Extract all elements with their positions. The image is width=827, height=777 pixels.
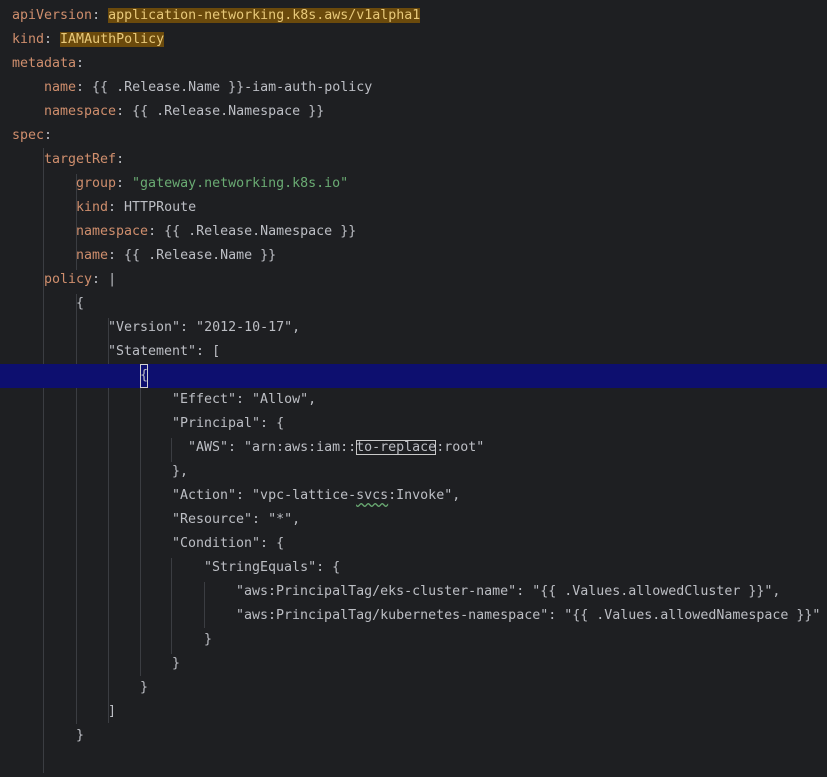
code-line[interactable]: } (0, 676, 827, 700)
code-line[interactable]: group: "gateway.networking.k8s.io" (0, 172, 827, 196)
yaml-value: IAMAuthPolicy (60, 32, 165, 47)
json-text: "aws:PrincipalTag/kubernetes-namespace":… (236, 608, 821, 623)
json-text: } (172, 656, 181, 671)
yaml-separator: : (44, 128, 53, 143)
yaml-separator: : (92, 272, 109, 287)
code-line[interactable]: name: {{ .Release.Name }}-iam-auth-polic… (0, 76, 827, 100)
code-line[interactable]: } (0, 652, 827, 676)
code-line[interactable]: kind: HTTPRoute (0, 196, 827, 220)
code-line[interactable]: "Version": "2012-10-17", (0, 316, 827, 340)
yaml-key: policy (44, 272, 93, 287)
code-line[interactable]: }, (0, 460, 827, 484)
yaml-separator: : (116, 104, 133, 119)
json-text: }, (172, 464, 189, 479)
json-text: "Version": "2012-10-17", (108, 320, 301, 335)
code-line[interactable]: "Principal": { (0, 412, 827, 436)
code-line[interactable]: metadata: (0, 52, 827, 76)
code-line[interactable]: "AWS": "arn:aws:iam::to-replace:root" (0, 436, 827, 460)
yaml-key: namespace (44, 104, 117, 119)
json-text: } (140, 680, 149, 695)
yaml-key: name (76, 248, 109, 263)
yaml-value: "gateway.networking.k8s.io" (132, 176, 349, 191)
yaml-separator: : (76, 56, 85, 71)
yaml-value: {{ .Release.Name }}-iam-auth-policy (92, 80, 373, 95)
yaml-key: apiVersion (12, 8, 93, 23)
code-line[interactable]: { (0, 292, 827, 316)
code-line[interactable]: apiVersion: application-networking.k8s.a… (0, 4, 827, 28)
code-line[interactable]: name: {{ .Release.Name }} (0, 244, 827, 268)
json-text: :Invoke", (388, 488, 461, 503)
code-line[interactable]: namespace: {{ .Release.Namespace }} (0, 220, 827, 244)
json-text: "Action": "vpc-lattice- (172, 488, 357, 503)
json-text: "AWS": "arn:aws:iam:: (188, 440, 357, 455)
yaml-key: metadata (12, 56, 77, 71)
yaml-separator: : (148, 224, 165, 239)
yaml-key: kind (12, 32, 45, 47)
yaml-separator: : (92, 8, 109, 23)
yaml-key: targetRef (44, 152, 117, 167)
yaml-value: {{ .Release.Namespace }} (132, 104, 325, 119)
code-line[interactable]: spec: (0, 124, 827, 148)
yaml-key: spec (12, 128, 45, 143)
json-text: "Resource": "*", (172, 512, 301, 527)
yaml-separator: : (76, 80, 93, 95)
yaml-value: HTTPRoute (124, 200, 197, 215)
yaml-value: | (108, 272, 117, 287)
json-text: } (204, 632, 213, 647)
json-text: "Principal": { (172, 416, 285, 431)
yaml-value: {{ .Release.Namespace }} (164, 224, 357, 239)
code-line[interactable]: "aws:PrincipalTag/eks-cluster-name": "{{… (0, 580, 827, 604)
yaml-separator: : (116, 176, 133, 191)
yaml-key: namespace (76, 224, 149, 239)
code-line[interactable]: "Statement": [ (0, 340, 827, 364)
yaml-separator: : (108, 200, 125, 215)
json-text: ] (108, 704, 117, 719)
code-line[interactable]: "Action": "vpc-lattice-svcs:Invoke", (0, 484, 827, 508)
yaml-key: kind (76, 200, 109, 215)
json-text: "Statement": [ (108, 344, 221, 359)
code-editor[interactable]: apiVersion: application-networking.k8s.a… (0, 0, 827, 777)
json-text: "aws:PrincipalTag/eks-cluster-name": "{{… (236, 584, 781, 599)
yaml-separator: : (44, 32, 61, 47)
matched-bracket: { (140, 364, 149, 388)
code-line[interactable]: namespace: {{ .Release.Namespace }} (0, 100, 827, 124)
code-line[interactable]: policy: | (0, 268, 827, 292)
code-line[interactable]: targetRef: (0, 148, 827, 172)
yaml-separator: : (116, 152, 125, 167)
code-line[interactable]: } (0, 628, 827, 652)
code-line[interactable]: ] (0, 700, 827, 724)
code-line[interactable]: "aws:PrincipalTag/kubernetes-namespace":… (0, 604, 827, 628)
json-text: :root" (436, 440, 485, 455)
json-text: "Condition": { (172, 536, 285, 551)
code-line[interactable]: "Condition": { (0, 532, 827, 556)
code-line[interactable]: kind: IAMAuthPolicy (0, 28, 827, 52)
json-text: } (76, 728, 85, 743)
yaml-value: {{ .Release.Name }} (124, 248, 277, 263)
code-line[interactable]: "Effect": "Allow", (0, 388, 827, 412)
selected-text[interactable]: to-replace (356, 440, 437, 455)
json-text: { (76, 296, 85, 311)
yaml-key: name (44, 80, 77, 95)
code-line[interactable]: "Resource": "*", (0, 508, 827, 532)
yaml-value: application-networking.k8s.aws/v1alpha1 (108, 8, 421, 23)
current-line[interactable]: { (0, 364, 827, 388)
spellcheck-word: svcs (356, 488, 389, 503)
json-text: "StringEquals": { (204, 560, 341, 575)
json-text: "Effect": "Allow", (172, 392, 317, 407)
code-line[interactable]: "StringEquals": { (0, 556, 827, 580)
yaml-key: group (76, 176, 117, 191)
yaml-separator: : (108, 248, 125, 263)
code-line[interactable]: } (0, 724, 827, 748)
